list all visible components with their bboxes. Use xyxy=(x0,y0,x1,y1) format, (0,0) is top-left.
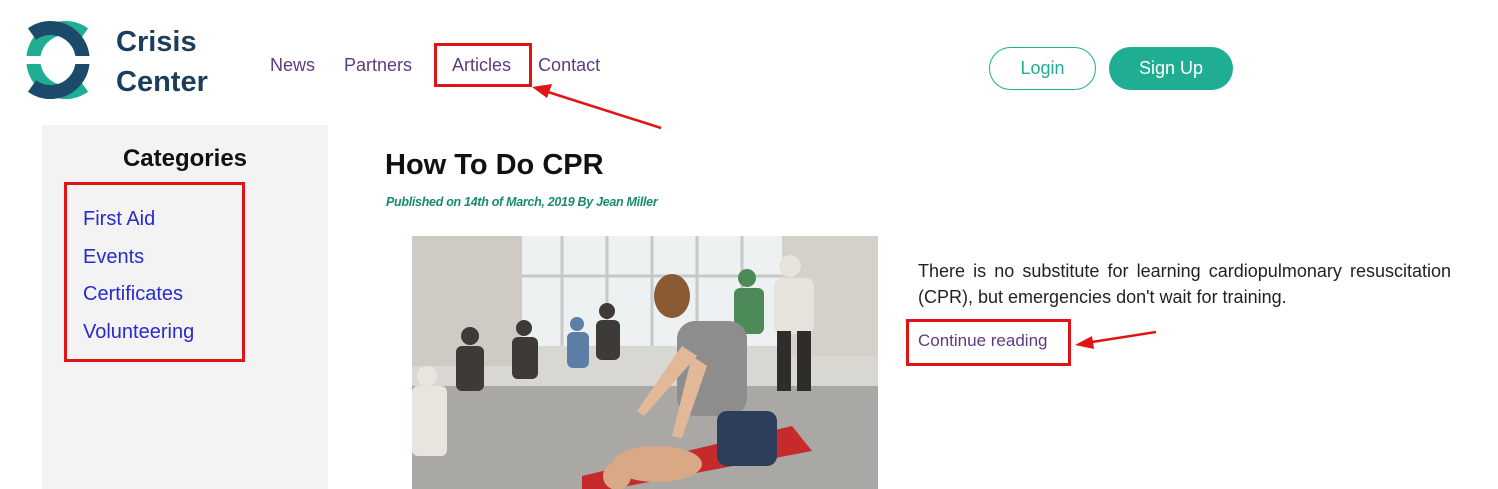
cpr-training-photo-icon xyxy=(412,236,878,489)
nav-contact[interactable]: Contact xyxy=(538,50,600,80)
nav-news[interactable]: News xyxy=(270,50,315,80)
article-excerpt: There is no substitute for learning card… xyxy=(918,261,1451,307)
sidebar-title: Categories xyxy=(122,145,248,172)
nav-partners[interactable]: Partners xyxy=(344,50,412,80)
site-logo[interactable]: Crisis Center xyxy=(12,20,232,102)
logo-wordmark: Crisis Center xyxy=(116,22,208,102)
signup-button[interactable]: Sign Up xyxy=(1109,47,1233,90)
annotation-box-continue xyxy=(906,319,1071,366)
annotation-arrow-articles-icon xyxy=(532,84,662,130)
annotation-box-categories xyxy=(64,182,245,362)
logo-line-1: Crisis xyxy=(116,26,197,58)
logo-mark-icon xyxy=(12,21,104,99)
article-byline: Published on 14th of March, 2019 By Jean… xyxy=(386,195,658,209)
annotation-arrow-continue-icon xyxy=(1075,330,1157,349)
logo-line-2: Center xyxy=(116,66,208,98)
article-title[interactable]: How To Do CPR xyxy=(385,149,604,182)
article-image[interactable] xyxy=(412,236,878,489)
annotation-box-articles xyxy=(434,43,532,87)
login-button[interactable]: Login xyxy=(989,47,1096,90)
